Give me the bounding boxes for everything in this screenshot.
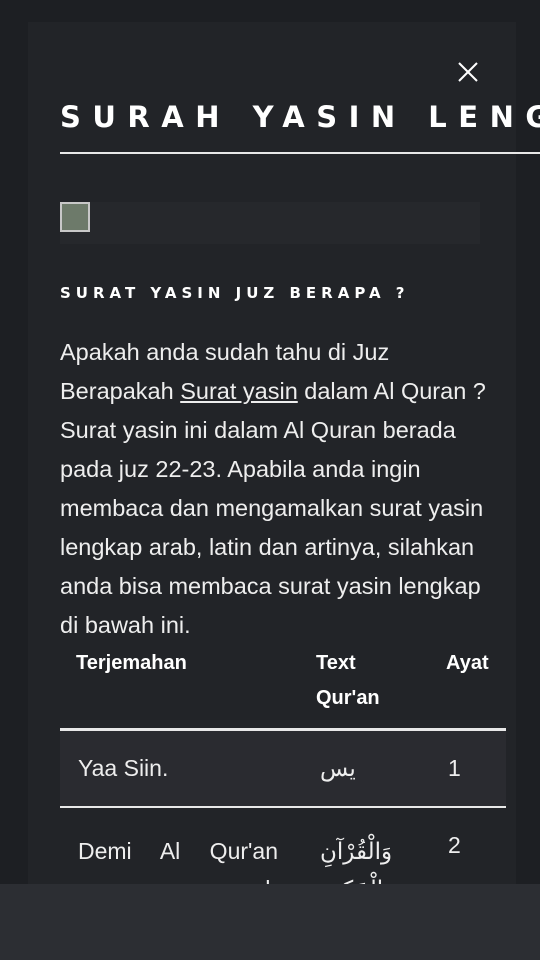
image-placeholder-area [60, 202, 480, 244]
table-row: Yaa Siin. يس 1 [60, 731, 506, 807]
broken-image-icon [60, 202, 90, 232]
intro-text-after: dalam Al Quran ? Surat yasin ini dalam A… [60, 378, 486, 638]
close-icon [458, 62, 478, 82]
cell-ayat: 2 [448, 832, 461, 858]
section-heading: SURAT YASIN JUZ BERAPA ? [60, 284, 410, 302]
cell-translation: Yaa Siin. [78, 755, 169, 781]
header-text-quran: Text Qur'an [316, 652, 380, 709]
bottom-bar [0, 884, 540, 960]
header-terjemahan: Terjemahan [76, 652, 187, 674]
page-title: SURAH YASIN LENGKAP [60, 100, 540, 134]
header-ayat: Ayat [446, 652, 489, 674]
table-header: Terjemahan Text Qur'an Ayat [60, 646, 506, 728]
close-button[interactable] [456, 60, 480, 84]
cell-arabic: يس [320, 755, 356, 781]
surat-yasin-link[interactable]: Surat yasin [180, 378, 298, 404]
intro-paragraph: Apakah anda sudah tahu di Juz Berapakah … [60, 333, 500, 645]
cell-translation: Demi Al Qur'an yang penuh [78, 838, 278, 884]
table-row: Demi Al Qur'an yang penuh وَالْقُرْآنِ ا… [60, 808, 506, 884]
cell-ayat: 1 [448, 755, 461, 781]
title-divider [60, 152, 540, 154]
cell-arabic: وَالْقُرْآنِ الْحَكِيمِ [320, 838, 393, 884]
